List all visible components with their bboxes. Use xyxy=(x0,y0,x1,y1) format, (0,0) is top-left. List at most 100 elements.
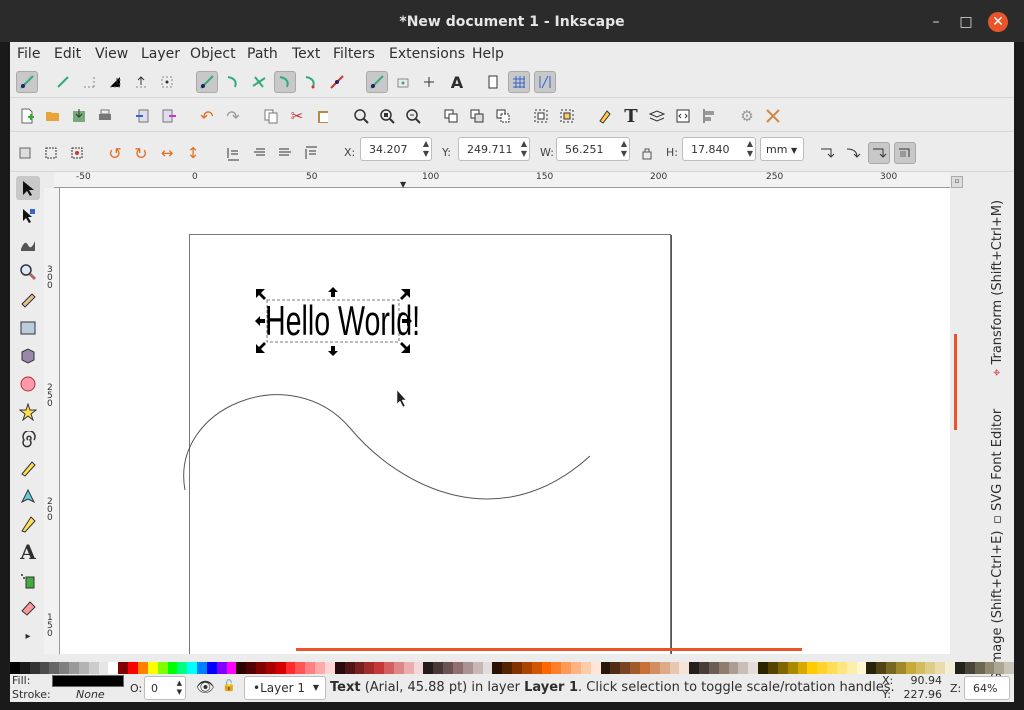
menu-filters[interactable]: Filters xyxy=(333,46,375,62)
fill-stroke-icon[interactable] xyxy=(594,105,616,127)
ungroup-icon[interactable] xyxy=(556,105,578,127)
x-field[interactable]: 34.207 ▲ ▼ xyxy=(360,137,432,161)
undo-icon[interactable]: ↶ xyxy=(196,105,218,127)
layers-icon[interactable] xyxy=(646,105,668,127)
raise-to-top-icon[interactable] xyxy=(300,142,322,164)
menu-object[interactable]: Object xyxy=(190,46,236,62)
open-icon[interactable] xyxy=(42,105,64,127)
y-spin-arrows[interactable]: ▲ ▼ xyxy=(521,139,527,159)
snap-bbox-midpoint-icon[interactable] xyxy=(130,71,152,93)
snap-smooth-nodes-icon[interactable] xyxy=(300,71,322,93)
menu-view[interactable]: View xyxy=(95,46,128,62)
tab-svg-font-editor[interactable]: ▫ SVG Font Editor xyxy=(990,409,1005,524)
layer-select[interactable]: •Layer 1 ▼ xyxy=(244,676,326,700)
y-field[interactable]: 249.711 ▲ ▼ xyxy=(458,137,530,161)
snap-others-icon[interactable] xyxy=(366,71,388,93)
print-icon[interactable] xyxy=(94,105,116,127)
color-palette[interactable] xyxy=(10,662,1015,674)
snap-bbox-corner-icon[interactable] xyxy=(104,71,126,93)
menu-path[interactable]: Path xyxy=(247,46,278,62)
measure-tool-icon[interactable] xyxy=(16,288,40,312)
vertical-scrollbar[interactable]: ▫ xyxy=(950,176,963,654)
move-patterns-icon[interactable] xyxy=(894,142,916,164)
scale-corners-icon[interactable] xyxy=(842,142,864,164)
3d-box-tool-icon[interactable] xyxy=(16,344,40,368)
import-icon[interactable] xyxy=(132,105,154,127)
export-icon[interactable] xyxy=(158,105,180,127)
unit-select[interactable]: mm ▼ xyxy=(760,137,804,161)
menu-text[interactable]: Text xyxy=(292,46,320,62)
select-all-layers-icon[interactable] xyxy=(40,142,62,164)
opacity-spin-arrows[interactable]: ▲ ▼ xyxy=(177,679,182,697)
calligraphy-tool-icon[interactable] xyxy=(16,512,40,536)
pen-tool-icon[interactable] xyxy=(16,484,40,508)
xml-editor-icon[interactable] xyxy=(672,105,694,127)
fill-swatch[interactable] xyxy=(52,675,124,687)
raise-icon[interactable] xyxy=(274,142,296,164)
cut-icon[interactable]: ✂ xyxy=(286,105,308,127)
snap-line-midpoints-icon[interactable] xyxy=(326,71,348,93)
selector-tool-icon[interactable] xyxy=(16,176,40,200)
rotate-ccw-icon[interactable]: ↺ xyxy=(104,142,126,164)
snap-path-intersection-icon[interactable] xyxy=(248,71,270,93)
flip-horizontal-icon[interactable]: ↔ xyxy=(156,142,178,164)
spiral-tool-icon[interactable] xyxy=(16,428,40,452)
node-tool-icon[interactable] xyxy=(16,204,40,228)
more-tools-icon[interactable]: ▸ xyxy=(16,624,40,648)
clone-icon[interactable] xyxy=(466,105,488,127)
unlink-clone-icon[interactable] xyxy=(492,105,514,127)
spray-tool-icon[interactable] xyxy=(16,568,40,592)
lock-ratio-icon[interactable] xyxy=(636,142,658,164)
move-gradients-icon[interactable] xyxy=(868,142,890,164)
maximize-button[interactable]: □ xyxy=(956,12,976,32)
menu-layer[interactable]: Layer xyxy=(141,46,180,62)
rotate-cw-icon[interactable]: ↻ xyxy=(130,142,152,164)
eraser-tool-icon[interactable] xyxy=(16,596,40,620)
hello-world-text[interactable]: Hello World! xyxy=(265,299,420,343)
redo-icon[interactable]: ↷ xyxy=(222,105,244,127)
opacity-field[interactable]: 0 ▲ ▼ xyxy=(144,676,186,700)
snap-nodes-icon[interactable] xyxy=(196,71,218,93)
snap-bbox-center-icon[interactable] xyxy=(156,71,178,93)
minimize-button[interactable]: – xyxy=(926,12,946,32)
lower-to-bottom-icon[interactable] xyxy=(222,142,244,164)
snap-page-border-icon[interactable] xyxy=(482,71,504,93)
snap-toggle-icon[interactable] xyxy=(16,71,38,93)
menu-extensions[interactable]: Extensions xyxy=(389,46,465,62)
snap-cusp-nodes-icon[interactable] xyxy=(274,71,296,93)
pencil-tool-icon[interactable] xyxy=(16,456,40,480)
zoom-page-icon[interactable] xyxy=(402,105,424,127)
duplicate-icon[interactable] xyxy=(440,105,462,127)
rectangle-tool-icon[interactable] xyxy=(16,316,40,340)
star-tool-icon[interactable] xyxy=(16,400,40,424)
tab-transform[interactable]: ⌖ Transform (Shift+Ctrl+M) xyxy=(990,200,1005,376)
snap-guides-icon[interactable] xyxy=(534,71,556,93)
preferences-icon[interactable]: ⚙ xyxy=(736,105,758,127)
zoom-tool-icon[interactable] xyxy=(16,260,40,284)
menu-help[interactable]: Help xyxy=(472,46,504,62)
align-distribute-icon[interactable] xyxy=(698,105,720,127)
stroke-value[interactable]: None xyxy=(76,688,105,701)
snap-object-midpoint-icon[interactable] xyxy=(392,71,414,93)
menu-edit[interactable]: Edit xyxy=(54,46,81,62)
save-icon[interactable] xyxy=(68,105,90,127)
lock-guides-icon[interactable]: ▫ xyxy=(951,176,963,188)
flip-vertical-icon[interactable]: ↕ xyxy=(182,142,204,164)
snap-rotation-center-icon[interactable] xyxy=(418,71,440,93)
paste-icon[interactable] xyxy=(312,105,334,127)
group-icon[interactable] xyxy=(530,105,552,127)
zoom-field[interactable]: 64% xyxy=(964,676,1010,700)
h-field[interactable]: 17.840 ▲ ▼ xyxy=(682,137,756,161)
deselect-icon[interactable] xyxy=(66,142,88,164)
zoom-selection-icon[interactable] xyxy=(350,105,372,127)
lock-icon[interactable]: 🔓 xyxy=(222,679,236,692)
w-spin-arrows[interactable]: ▲ ▼ xyxy=(621,139,627,159)
ellipse-tool-icon[interactable] xyxy=(16,372,40,396)
eye-icon[interactable]: 👁 xyxy=(196,678,215,696)
h-spin-arrows[interactable]: ▲ ▼ xyxy=(747,139,753,159)
x-spin-arrows[interactable]: ▲ ▼ xyxy=(423,139,429,159)
document-properties-icon[interactable] xyxy=(762,105,784,127)
lower-icon[interactable] xyxy=(248,142,270,164)
snap-bbox-edge-icon[interactable] xyxy=(78,71,100,93)
v-scroll-thumb[interactable] xyxy=(954,334,957,430)
